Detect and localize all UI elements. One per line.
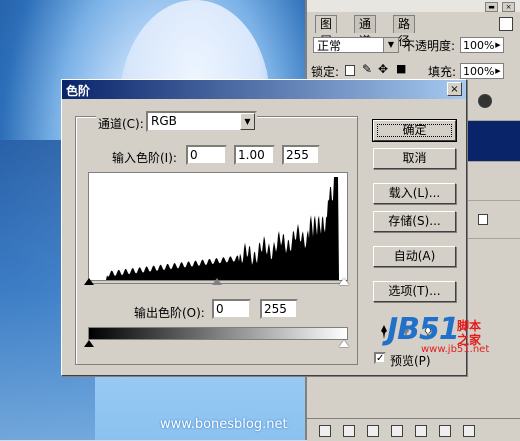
channel-label: 通道(C): <box>96 115 146 132</box>
tab-paths[interactable]: 路径 <box>393 15 416 48</box>
panel-titlebar: ▬ × <box>307 0 520 12</box>
channel-value: RGB <box>151 114 177 128</box>
lock-label: 锁定: <box>311 65 340 79</box>
logo-url: www.jb51.net <box>421 344 490 355</box>
blend-mode-select[interactable]: 正常 ▼ <box>313 37 399 53</box>
chevron-down-icon: ▼ <box>383 38 398 52</box>
blend-mode-value: 正常 <box>317 39 342 53</box>
input-levels-label: 输入色阶(I): <box>112 151 177 165</box>
chevron-right-icon: ▶ <box>495 41 501 49</box>
lock-transparency-icon[interactable] <box>345 65 355 76</box>
dialog-close-button[interactable]: × <box>447 82 462 96</box>
lock-move-icon[interactable]: ✥ <box>378 62 388 76</box>
ok-button[interactable]: 确定 <box>372 119 457 142</box>
preview-checkbox[interactable]: ✓ <box>374 352 386 364</box>
link-layers-icon[interactable] <box>319 425 331 437</box>
opacity-input[interactable]: 100% ▶ <box>460 37 504 53</box>
input-level-white[interactable]: 255 <box>282 145 320 165</box>
lock-all-icon[interactable]: ■ <box>396 62 406 75</box>
new-adjustment-layer-icon[interactable] <box>391 425 403 437</box>
fill-value: 100% <box>463 65 495 78</box>
auto-button[interactable]: 自动(A) <box>373 246 456 267</box>
histogram <box>88 172 348 281</box>
input-level-gamma[interactable]: 1.00 <box>234 145 275 165</box>
save-button[interactable]: 存储(S)... <box>373 211 456 232</box>
add-mask-icon[interactable] <box>367 425 379 437</box>
panel-minimize-button[interactable]: ▬ <box>485 2 498 12</box>
chevron-down-icon: ▼ <box>240 113 255 130</box>
histogram-area <box>89 177 347 280</box>
tab-channels[interactable]: 通道 <box>354 15 377 48</box>
channel-select[interactable]: RGB ▼ <box>146 111 257 132</box>
fill-label: 填充: <box>428 65 457 79</box>
output-white-slider[interactable] <box>339 340 349 347</box>
output-gradient <box>88 327 348 340</box>
dialog-title: 色阶 <box>66 84 91 98</box>
jb51-logo: JB51 脚本 之家 www.jb51.net <box>387 310 497 356</box>
fill-input[interactable]: 100% ▶ <box>460 63 504 79</box>
panel-bottom-toolbar <box>307 418 520 441</box>
watermark-text: www.bonesblog.net <box>160 417 288 432</box>
new-group-icon[interactable] <box>415 425 427 437</box>
layer-lock-icon <box>478 214 488 225</box>
output-levels-label: 输出色阶(O): <box>134 306 205 320</box>
input-white-slider[interactable] <box>339 278 349 285</box>
lock-brush-icon[interactable]: ✎ <box>362 62 372 76</box>
output-level-white[interactable]: 255 <box>260 299 298 319</box>
input-level-black[interactable]: 0 <box>186 145 227 165</box>
logo-brand: JB51 <box>387 312 460 347</box>
dialog-titlebar: 色阶 × <box>62 80 466 99</box>
opacity-label: 不透明度: <box>403 39 456 53</box>
layer-style-icon[interactable] <box>343 425 355 437</box>
chevron-right-icon: ▶ <box>495 67 501 75</box>
input-black-slider[interactable] <box>84 278 94 285</box>
output-level-black[interactable]: 0 <box>212 299 251 319</box>
cancel-button[interactable]: 取消 <box>373 148 456 169</box>
panel-menu-icon[interactable] <box>499 17 513 31</box>
input-gamma-slider[interactable] <box>212 278 222 285</box>
new-layer-icon[interactable] <box>439 425 451 437</box>
tab-layers[interactable]: 图层 <box>315 15 338 48</box>
layer-effects-icon[interactable] <box>478 94 492 108</box>
opacity-value: 100% <box>463 39 495 52</box>
output-black-slider[interactable] <box>84 340 94 347</box>
options-button[interactable]: 选项(T)... <box>373 281 456 302</box>
trash-icon[interactable] <box>463 425 475 437</box>
panel-close-button[interactable]: × <box>502 2 515 12</box>
load-button[interactable]: 载入(L)... <box>373 183 456 204</box>
